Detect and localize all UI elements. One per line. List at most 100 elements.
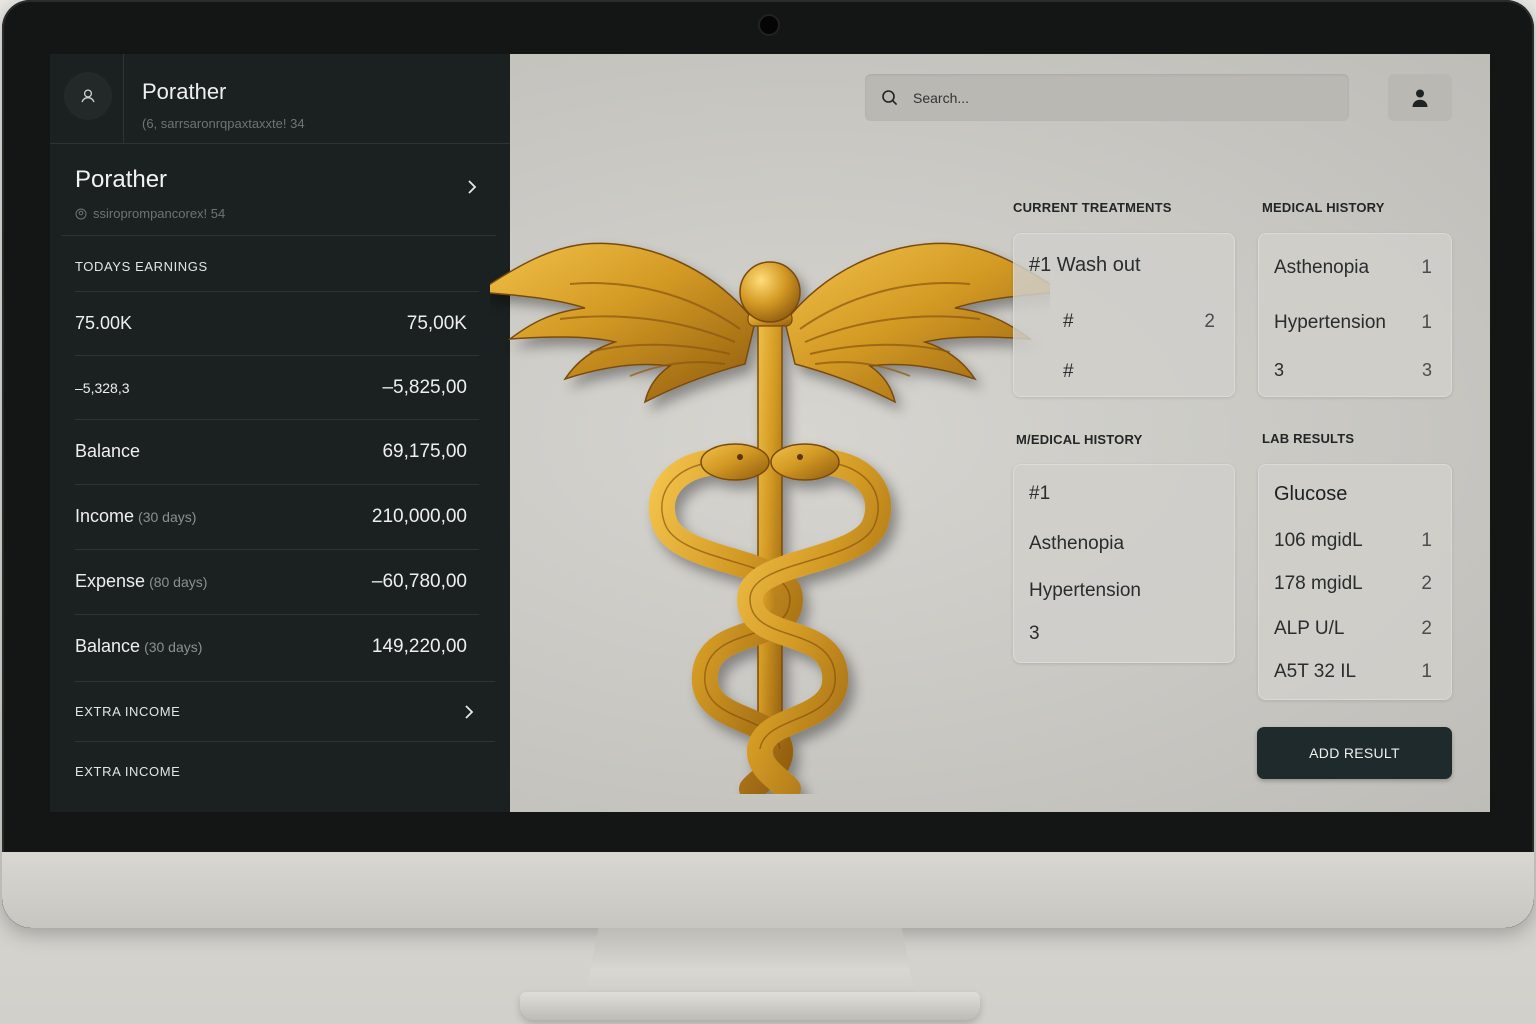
list-item[interactable]: 106 mgidL 1 [1274, 530, 1432, 552]
list-item[interactable]: # 2 [1063, 311, 1215, 333]
list-item[interactable]: ALP U/L 2 [1274, 618, 1432, 640]
account-subtitle-text: ssiropromрancorex! 54 [93, 206, 226, 221]
row-value: 69,175,00 [382, 440, 467, 462]
list-item[interactable]: 3 [1029, 623, 1215, 645]
lab-count: 2 [1421, 618, 1432, 639]
todays-earnings-label: TODAYS EARNINGS [75, 259, 208, 274]
search-icon [882, 89, 898, 105]
row-label: –5,328,3 [75, 379, 130, 396]
earnings-row: 75.00K 75,00K [75, 291, 479, 355]
medical-history-2-card: #1 Asthenopia Hypertension 3 [1013, 464, 1235, 663]
current-treatments-card: #1 Wash out # 2 # [1013, 233, 1235, 397]
row-label: Balance [75, 441, 141, 461]
history-entry: Asthenopia [1029, 533, 1125, 554]
account-selector[interactable]: Porather ssiropromрancorex! 54 [62, 144, 496, 236]
earnings-row: –5,328,3 –5,825,00 [75, 355, 479, 419]
row-label: Expense (80 days) [75, 571, 207, 592]
treatment-label: # [1063, 361, 1074, 382]
list-item[interactable]: 3 3 [1274, 360, 1432, 381]
app-title: Porather [142, 79, 227, 104]
app-subtitle: (6, sarrsaronrqpaxtaxxte! 34 [142, 116, 305, 131]
list-item[interactable]: Asthenopia 1 [1274, 257, 1432, 279]
list-item[interactable]: Hypertension 1 [1274, 312, 1432, 334]
sidebar-header: Porather (6, sarrsaronrqpaxtaxxte! 34 [50, 54, 510, 144]
monitor-stand-base [520, 992, 980, 1020]
history-entry: 3 [1029, 623, 1040, 644]
lab-value: 106 mgidL [1274, 530, 1363, 551]
add-result-button[interactable]: ADD RESULT [1257, 727, 1452, 779]
row-label-text: Balance [75, 636, 141, 656]
treatment-label: #1 Wash out [1029, 254, 1141, 276]
condition-count: 3 [1421, 360, 1432, 380]
extra-income-label: EXTRA INCOME [75, 764, 181, 779]
condition-label: Hypertension [1274, 312, 1386, 333]
lab-results-card: Glucose 106 mgidL 1 178 mgidL 2 ALP U/L … [1258, 464, 1452, 700]
lab-count: 1 [1421, 530, 1432, 551]
monitor-chin [2, 852, 1534, 928]
earnings-row: Income (30 days) 210,000,00 [75, 484, 479, 548]
list-item[interactable]: #1 [1029, 483, 1215, 505]
condition-count: 1 [1421, 312, 1432, 333]
lab-results-title: LAB RESULTS [1262, 431, 1355, 446]
chevron-right-icon [468, 180, 477, 194]
row-value: 149,220,00 [371, 635, 467, 657]
monitor-stand [585, 928, 915, 998]
list-item[interactable]: Asthenopia [1029, 533, 1215, 555]
earnings-row: Expense (80 days) –60,780,00 [75, 549, 479, 613]
row-value: 210,000,00 [371, 505, 467, 527]
row-label-text: Expense [75, 571, 146, 591]
row-period: (30 days) [144, 639, 203, 655]
earnings-row: Balance (30 days) 149,220,00 [75, 614, 479, 678]
profile-button[interactable] [1388, 74, 1452, 121]
row-label: Income (30 days) [75, 506, 196, 527]
row-period: (80 days) [149, 574, 208, 590]
header-divider [123, 54, 124, 144]
row-label: Balance (30 days) [75, 636, 202, 657]
user-icon[interactable] [64, 72, 112, 120]
medical-history-2-title: M/EDICAL HISTORY [1016, 432, 1143, 447]
list-item[interactable]: #1 Wash out [1029, 254, 1215, 277]
small-user-icon [75, 208, 87, 219]
history-entry: Hypertension [1029, 580, 1141, 601]
search-bar[interactable] [865, 74, 1349, 121]
list-item[interactable]: # [1063, 361, 1215, 383]
lab-heading-text: Glucose [1274, 483, 1348, 505]
row-value: –5,825,00 [382, 376, 467, 398]
lab-value: A5T 32 IL [1274, 661, 1357, 682]
row-period: (30 days) [138, 509, 197, 525]
screen: Porather (6, sarrsaronrqpaxtaxxte! 34 Po… [50, 54, 1490, 812]
row-label-text: Income [75, 506, 135, 526]
lab-count: 2 [1421, 573, 1432, 594]
treatment-label: # [1063, 311, 1074, 332]
lab-value: 178 mgidL [1274, 573, 1363, 594]
condition-count: 1 [1421, 257, 1432, 278]
condition-label: 3 [1274, 360, 1285, 380]
extra-income-link-2[interactable]: EXTRA INCOME [75, 741, 495, 801]
extra-income-link[interactable]: EXTRA INCOME [75, 681, 495, 741]
list-item[interactable]: 178 mgidL 2 [1274, 573, 1432, 595]
main-panel: CURRENT TREATMENTS #1 Wash out # 2 # MED… [490, 54, 1490, 812]
sidebar: Porather (6, sarrsaronrqpaxtaxxte! 34 Po… [50, 54, 510, 812]
person-icon [1412, 89, 1428, 107]
chevron-right-icon [465, 704, 474, 719]
history-entry: #1 [1029, 483, 1051, 504]
medical-history-card: Asthenopia 1 Hypertension 1 3 3 [1258, 233, 1452, 397]
caduceus-icon [490, 242, 1050, 794]
extra-income-label: EXTRA INCOME [75, 704, 181, 719]
list-item[interactable]: Hypertension [1029, 580, 1215, 602]
row-label: 75.00K [75, 313, 133, 333]
monitor-frame: Porather (6, sarrsaronrqpaxtaxxte! 34 Po… [2, 0, 1534, 928]
earnings-row: Balance 69,175,00 [75, 419, 479, 483]
row-value: 75,00K [406, 312, 467, 334]
condition-label: Asthenopia [1274, 257, 1370, 278]
row-value: –60,780,00 [371, 570, 467, 592]
webcam [760, 16, 778, 34]
account-subtitle: ssiropromрancorex! 54 [75, 206, 225, 221]
current-treatments-title: CURRENT TREATMENTS [1013, 200, 1172, 215]
treatment-count: 2 [1204, 311, 1215, 332]
lab-heading: Glucose [1274, 483, 1432, 506]
search-input[interactable] [913, 89, 1313, 106]
list-item[interactable]: A5T 32 IL 1 [1274, 661, 1432, 683]
lab-count: 1 [1421, 661, 1432, 682]
lab-value: ALP U/L [1274, 618, 1345, 639]
